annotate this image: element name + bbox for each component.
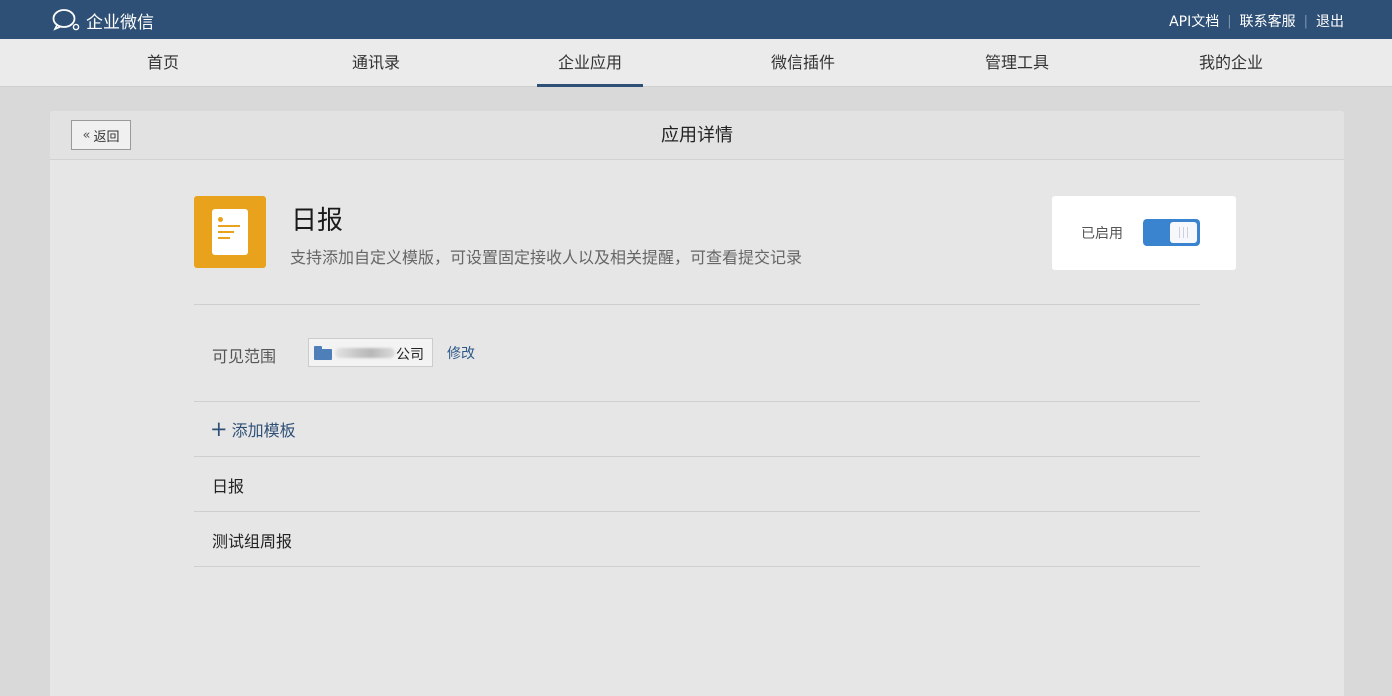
separator: | [1227, 13, 1232, 29]
back-button[interactable]: « 返回 [71, 120, 131, 150]
template-item-weekly[interactable]: 测试组周报 [212, 528, 292, 552]
separator: | [1303, 13, 1308, 29]
app-detail-panel: 应用详情 « 返回 日报 支持添加自定义模版，可设置固定接收人以及相关提醒，可查… [50, 111, 1344, 696]
nav-item-home[interactable]: 首页 [110, 39, 216, 87]
plus-icon: + [210, 417, 228, 441]
nav-item-enterprise-apps[interactable]: 企业应用 [537, 39, 643, 87]
folder-icon [314, 346, 332, 360]
top-links: API文档 | 联系客服 | 退出 [1169, 11, 1344, 31]
status-label: 已启用 [1081, 226, 1123, 242]
divider [194, 401, 1200, 402]
document-icon [212, 209, 248, 255]
divider [194, 566, 1200, 567]
add-template-label: 添加模板 [231, 421, 296, 440]
scope-value: 公司 [396, 347, 424, 363]
toggle-knob [1170, 222, 1197, 243]
logout-link[interactable]: 退出 [1316, 11, 1344, 31]
template-item-daily[interactable]: 日报 [212, 473, 244, 497]
scope-label: 可见范围 [212, 347, 277, 366]
divider [194, 304, 1200, 305]
nav-item-my-enterprise[interactable]: 我的企业 [1178, 39, 1284, 87]
divider [194, 456, 1200, 457]
divider [194, 511, 1200, 512]
status-card: 已启用 [1052, 196, 1236, 270]
api-docs-link[interactable]: API文档 [1169, 11, 1219, 31]
contact-support-link[interactable]: 联系客服 [1240, 11, 1296, 31]
nav-item-management-tools[interactable]: 管理工具 [964, 39, 1070, 87]
redacted-name [335, 348, 395, 358]
scope-tag: 公司 [308, 338, 433, 367]
chat-bubble-icon [52, 8, 82, 32]
app-description: 支持添加自定义模版，可设置固定接收人以及相关提醒，可查看提交记录 [290, 248, 803, 267]
double-chevron-left-icon: « [82, 127, 91, 143]
back-button-label: 返回 [93, 129, 120, 145]
nav-item-contacts[interactable]: 通讯录 [323, 39, 429, 87]
logo-text: 企业微信 [86, 12, 154, 33]
modify-scope-link[interactable]: 修改 [447, 343, 475, 363]
page-title: 应用详情 [661, 125, 733, 146]
enable-toggle[interactable] [1143, 219, 1200, 246]
nav-item-wechat-plugin[interactable]: 微信插件 [750, 39, 856, 87]
app-name: 日报 [291, 206, 344, 236]
logo[interactable]: 企业微信 [52, 8, 154, 33]
top-bar: 企业微信 API文档 | 联系客服 | 退出 [0, 0, 1392, 39]
panel-header: 应用详情 « 返回 [50, 111, 1344, 160]
app-icon [194, 196, 266, 268]
main-nav: 首页 通讯录 企业应用 微信插件 管理工具 我的企业 [0, 39, 1392, 87]
add-template-button[interactable]: + 添加模板 [210, 417, 296, 441]
